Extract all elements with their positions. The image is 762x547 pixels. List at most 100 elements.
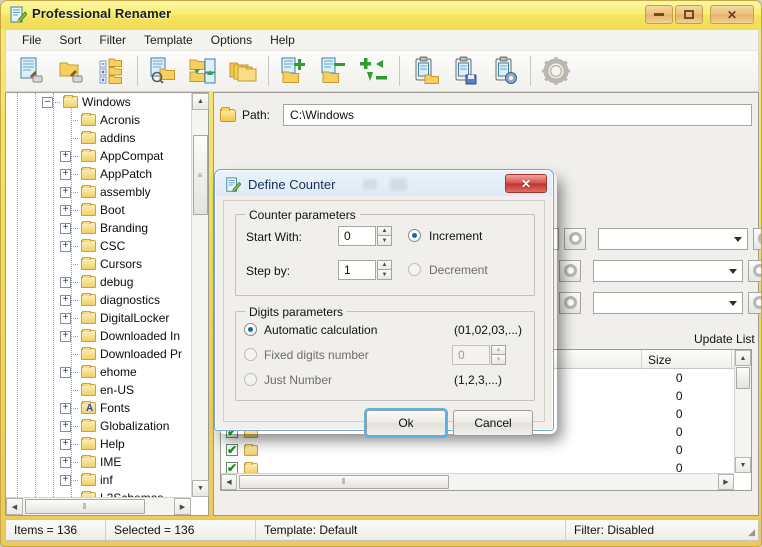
expand-icon[interactable]: +: [60, 168, 71, 180]
expand-icon[interactable]: +: [60, 456, 71, 468]
row-checkbox[interactable]: ✔: [226, 444, 238, 456]
automatic-calculation-radio[interactable]: [244, 323, 257, 336]
just-number-radio[interactable]: [244, 373, 257, 386]
tree-scroll-down-button[interactable]: ▼: [192, 480, 209, 497]
folder-tree-button[interactable]: [92, 52, 132, 90]
expand-icon[interactable]: +: [60, 240, 71, 252]
decrement-radio[interactable]: [408, 263, 421, 276]
ok-button[interactable]: Ok: [366, 410, 446, 436]
tree-node[interactable]: addins: [6, 129, 191, 147]
collapse-icon[interactable]: –: [42, 96, 53, 108]
list-hscroll-thumb[interactable]: ⦀: [239, 475, 449, 489]
list-scroll-up-button[interactable]: ▲: [735, 350, 751, 366]
tree-node[interactable]: + AppPatch: [6, 165, 191, 183]
expand-icon[interactable]: +: [60, 438, 71, 450]
start-with-spin-down[interactable]: ▼: [377, 236, 392, 246]
increment-radio[interactable]: [408, 229, 421, 242]
start-with-spin-up[interactable]: ▲: [377, 226, 392, 236]
minimize-button[interactable]: [645, 5, 673, 24]
fixed-digits-spinner[interactable]: ▲ ▼: [491, 345, 506, 365]
rename-files-button[interactable]: [12, 52, 52, 90]
expand-icon[interactable]: +: [60, 150, 71, 162]
expand-icon[interactable]: +: [60, 204, 71, 216]
sort-button[interactable]: [183, 52, 223, 90]
step-by-spin-down[interactable]: ▼: [377, 270, 392, 280]
list-horizontal-scrollbar[interactable]: ◀ ⦀ ▶: [221, 473, 734, 490]
tree-node[interactable]: Downloaded Pr: [6, 345, 191, 363]
path-input[interactable]: C:\Windows: [283, 104, 752, 126]
clipboard-open-button[interactable]: [405, 52, 445, 90]
combo-row2-a-gear-button[interactable]: [559, 259, 581, 282]
menu-item-help[interactable]: Help: [261, 31, 304, 49]
options-button[interactable]: [536, 52, 576, 90]
step-by-spinner[interactable]: ▲ ▼: [377, 260, 392, 280]
add-files-button[interactable]: [274, 52, 314, 90]
list-vertical-scrollbar[interactable]: ▲ ▼: [734, 350, 751, 473]
combo-row3-a-gear-button[interactable]: [559, 291, 581, 314]
expand-icon[interactable]: +: [60, 474, 71, 486]
tree-node[interactable]: + ehome: [6, 363, 191, 381]
expand-icon[interactable]: +: [60, 420, 71, 432]
step-by-input[interactable]: 1: [338, 260, 376, 280]
menu-item-file[interactable]: File: [13, 31, 50, 49]
list-scroll-right-button[interactable]: ▶: [718, 474, 734, 490]
menu-item-filter[interactable]: Filter: [90, 31, 135, 49]
expand-icon[interactable]: +: [60, 366, 71, 378]
maximize-button[interactable]: [675, 5, 703, 24]
tree-node[interactable]: Cursors: [6, 255, 191, 273]
tree-scroll-left-button[interactable]: ◀: [6, 498, 23, 515]
start-with-spinner[interactable]: ▲ ▼: [377, 226, 392, 246]
step-by-spin-up[interactable]: ▲: [377, 260, 392, 270]
expand-icon[interactable]: +: [60, 222, 71, 234]
tree-scroll-up-button[interactable]: ▲: [192, 93, 209, 110]
tree-scroll-right-button[interactable]: ▶: [174, 498, 191, 515]
column-header-size[interactable]: Size: [642, 350, 732, 369]
tree-node[interactable]: + Downloaded In: [6, 327, 191, 345]
tree-node[interactable]: + Help: [6, 435, 191, 453]
expand-icon[interactable]: +: [60, 312, 71, 324]
cancel-button[interactable]: Cancel: [453, 410, 533, 436]
preview-button[interactable]: [143, 52, 183, 90]
folder-treeview[interactable]: – Windows Acronis addins + AppCompat + AppPatch…: [6, 93, 191, 497]
tree-scroll-thumb[interactable]: ≡: [193, 135, 208, 215]
expand-icon[interactable]: +: [60, 330, 71, 342]
tree-node[interactable]: + Globalization: [6, 417, 191, 435]
close-button[interactable]: ✕: [710, 5, 754, 24]
resize-grip-icon[interactable]: ◢: [748, 527, 755, 538]
combo-source-name-gear-button[interactable]: [564, 227, 586, 250]
fixed-digits-spin-down[interactable]: ▼: [491, 355, 506, 365]
combo-third[interactable]: [598, 227, 748, 250]
tree-node[interactable]: + assembly: [6, 183, 191, 201]
combo-third-gear-button[interactable]: [753, 227, 761, 250]
menu-item-template[interactable]: Template: [135, 31, 202, 49]
tree-node[interactable]: + diagnostics: [6, 291, 191, 309]
combo-row3-b[interactable]: [593, 291, 743, 314]
start-with-input[interactable]: 0: [338, 226, 376, 246]
menu-item-options[interactable]: Options: [202, 31, 261, 49]
table-row[interactable]: ✔0: [221, 441, 734, 459]
fixed-digits-radio[interactable]: [244, 348, 257, 361]
tree-node[interactable]: + DigitalLocker: [6, 309, 191, 327]
fixed-digits-spin-up[interactable]: ▲: [491, 345, 506, 355]
rename-folders-button[interactable]: [52, 52, 92, 90]
dialog-close-button[interactable]: ✕: [505, 174, 547, 193]
combo-row2-b-gear-button[interactable]: [748, 259, 761, 282]
list-scroll-down-button[interactable]: ▼: [735, 457, 751, 473]
fixed-digits-input[interactable]: 0: [452, 345, 490, 365]
tree-node[interactable]: + AppCompat: [6, 147, 191, 165]
tree-node[interactable]: en-US: [6, 381, 191, 399]
folders-button[interactable]: [223, 52, 263, 90]
tree-node[interactable]: + IME: [6, 453, 191, 471]
tree-node[interactable]: L2Schemas: [6, 489, 191, 497]
list-scroll-left-button[interactable]: ◀: [221, 474, 237, 490]
tree-node[interactable]: + CSC: [6, 237, 191, 255]
tree-node[interactable]: + A Fonts: [6, 399, 191, 417]
tree-node[interactable]: + Boot: [6, 201, 191, 219]
tree-horizontal-scrollbar[interactable]: ◀ ⦀ ▶: [6, 497, 191, 515]
combo-row3-b-gear-button[interactable]: [748, 291, 761, 314]
update-list-label[interactable]: Update List: [694, 332, 755, 346]
clipboard-settings-button[interactable]: [485, 52, 525, 90]
row-checkbox[interactable]: ✔: [226, 462, 238, 473]
table-row[interactable]: ✔0: [221, 459, 734, 473]
remove-files-button[interactable]: [314, 52, 354, 90]
